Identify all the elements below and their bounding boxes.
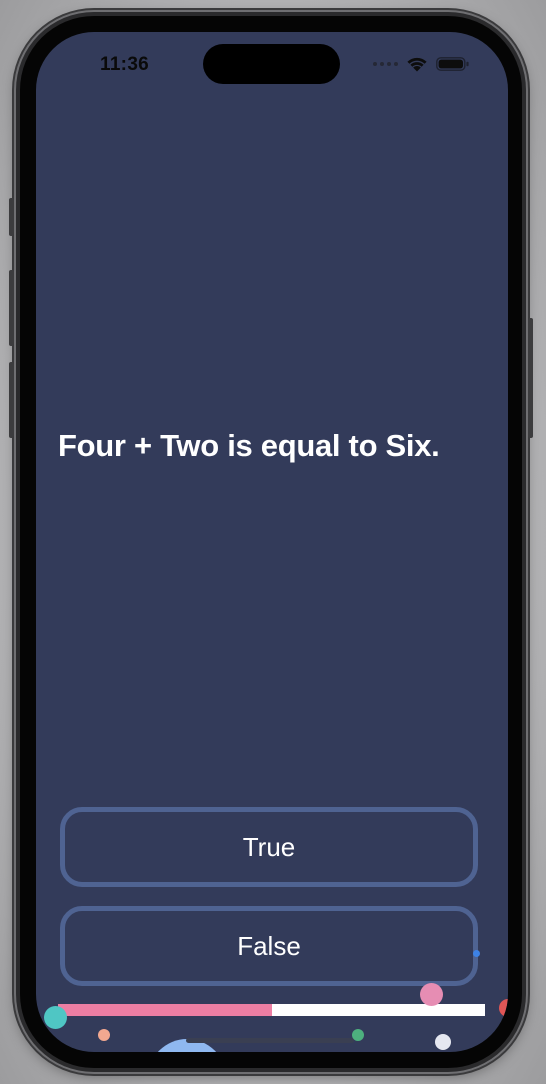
app-screen: 11:36 Four + Two is equal to Six. True F… xyxy=(36,32,508,1052)
home-indicator[interactable] xyxy=(186,1038,354,1043)
wifi-icon xyxy=(407,57,427,72)
true-button-label: True xyxy=(242,831,296,862)
confetti-bubble-cyan xyxy=(44,1006,67,1029)
battery-icon xyxy=(436,57,469,71)
status-time: 11:36 xyxy=(100,54,150,75)
question-text: Four + Two is equal to Six. xyxy=(58,428,440,463)
confetti-bubble-white xyxy=(435,1034,451,1050)
status-icons xyxy=(373,54,470,74)
confetti-bubble-peach xyxy=(98,1029,110,1041)
volume-down-button xyxy=(9,362,14,438)
false-button-label: False xyxy=(237,930,301,961)
confetti-bubble-blue xyxy=(473,950,480,957)
false-button[interactable]: False xyxy=(60,906,478,986)
cellular-signal-icon xyxy=(373,62,398,66)
progress-bar-fill xyxy=(58,1004,272,1016)
true-button[interactable]: True xyxy=(60,807,478,887)
volume-up-button xyxy=(9,270,14,346)
confetti-bubble-red xyxy=(499,999,508,1017)
power-button xyxy=(528,318,533,438)
dynamic-island xyxy=(203,44,340,84)
confetti-bubble-pink xyxy=(420,983,443,1006)
action-button xyxy=(9,198,14,236)
progress-bar xyxy=(58,1004,485,1016)
